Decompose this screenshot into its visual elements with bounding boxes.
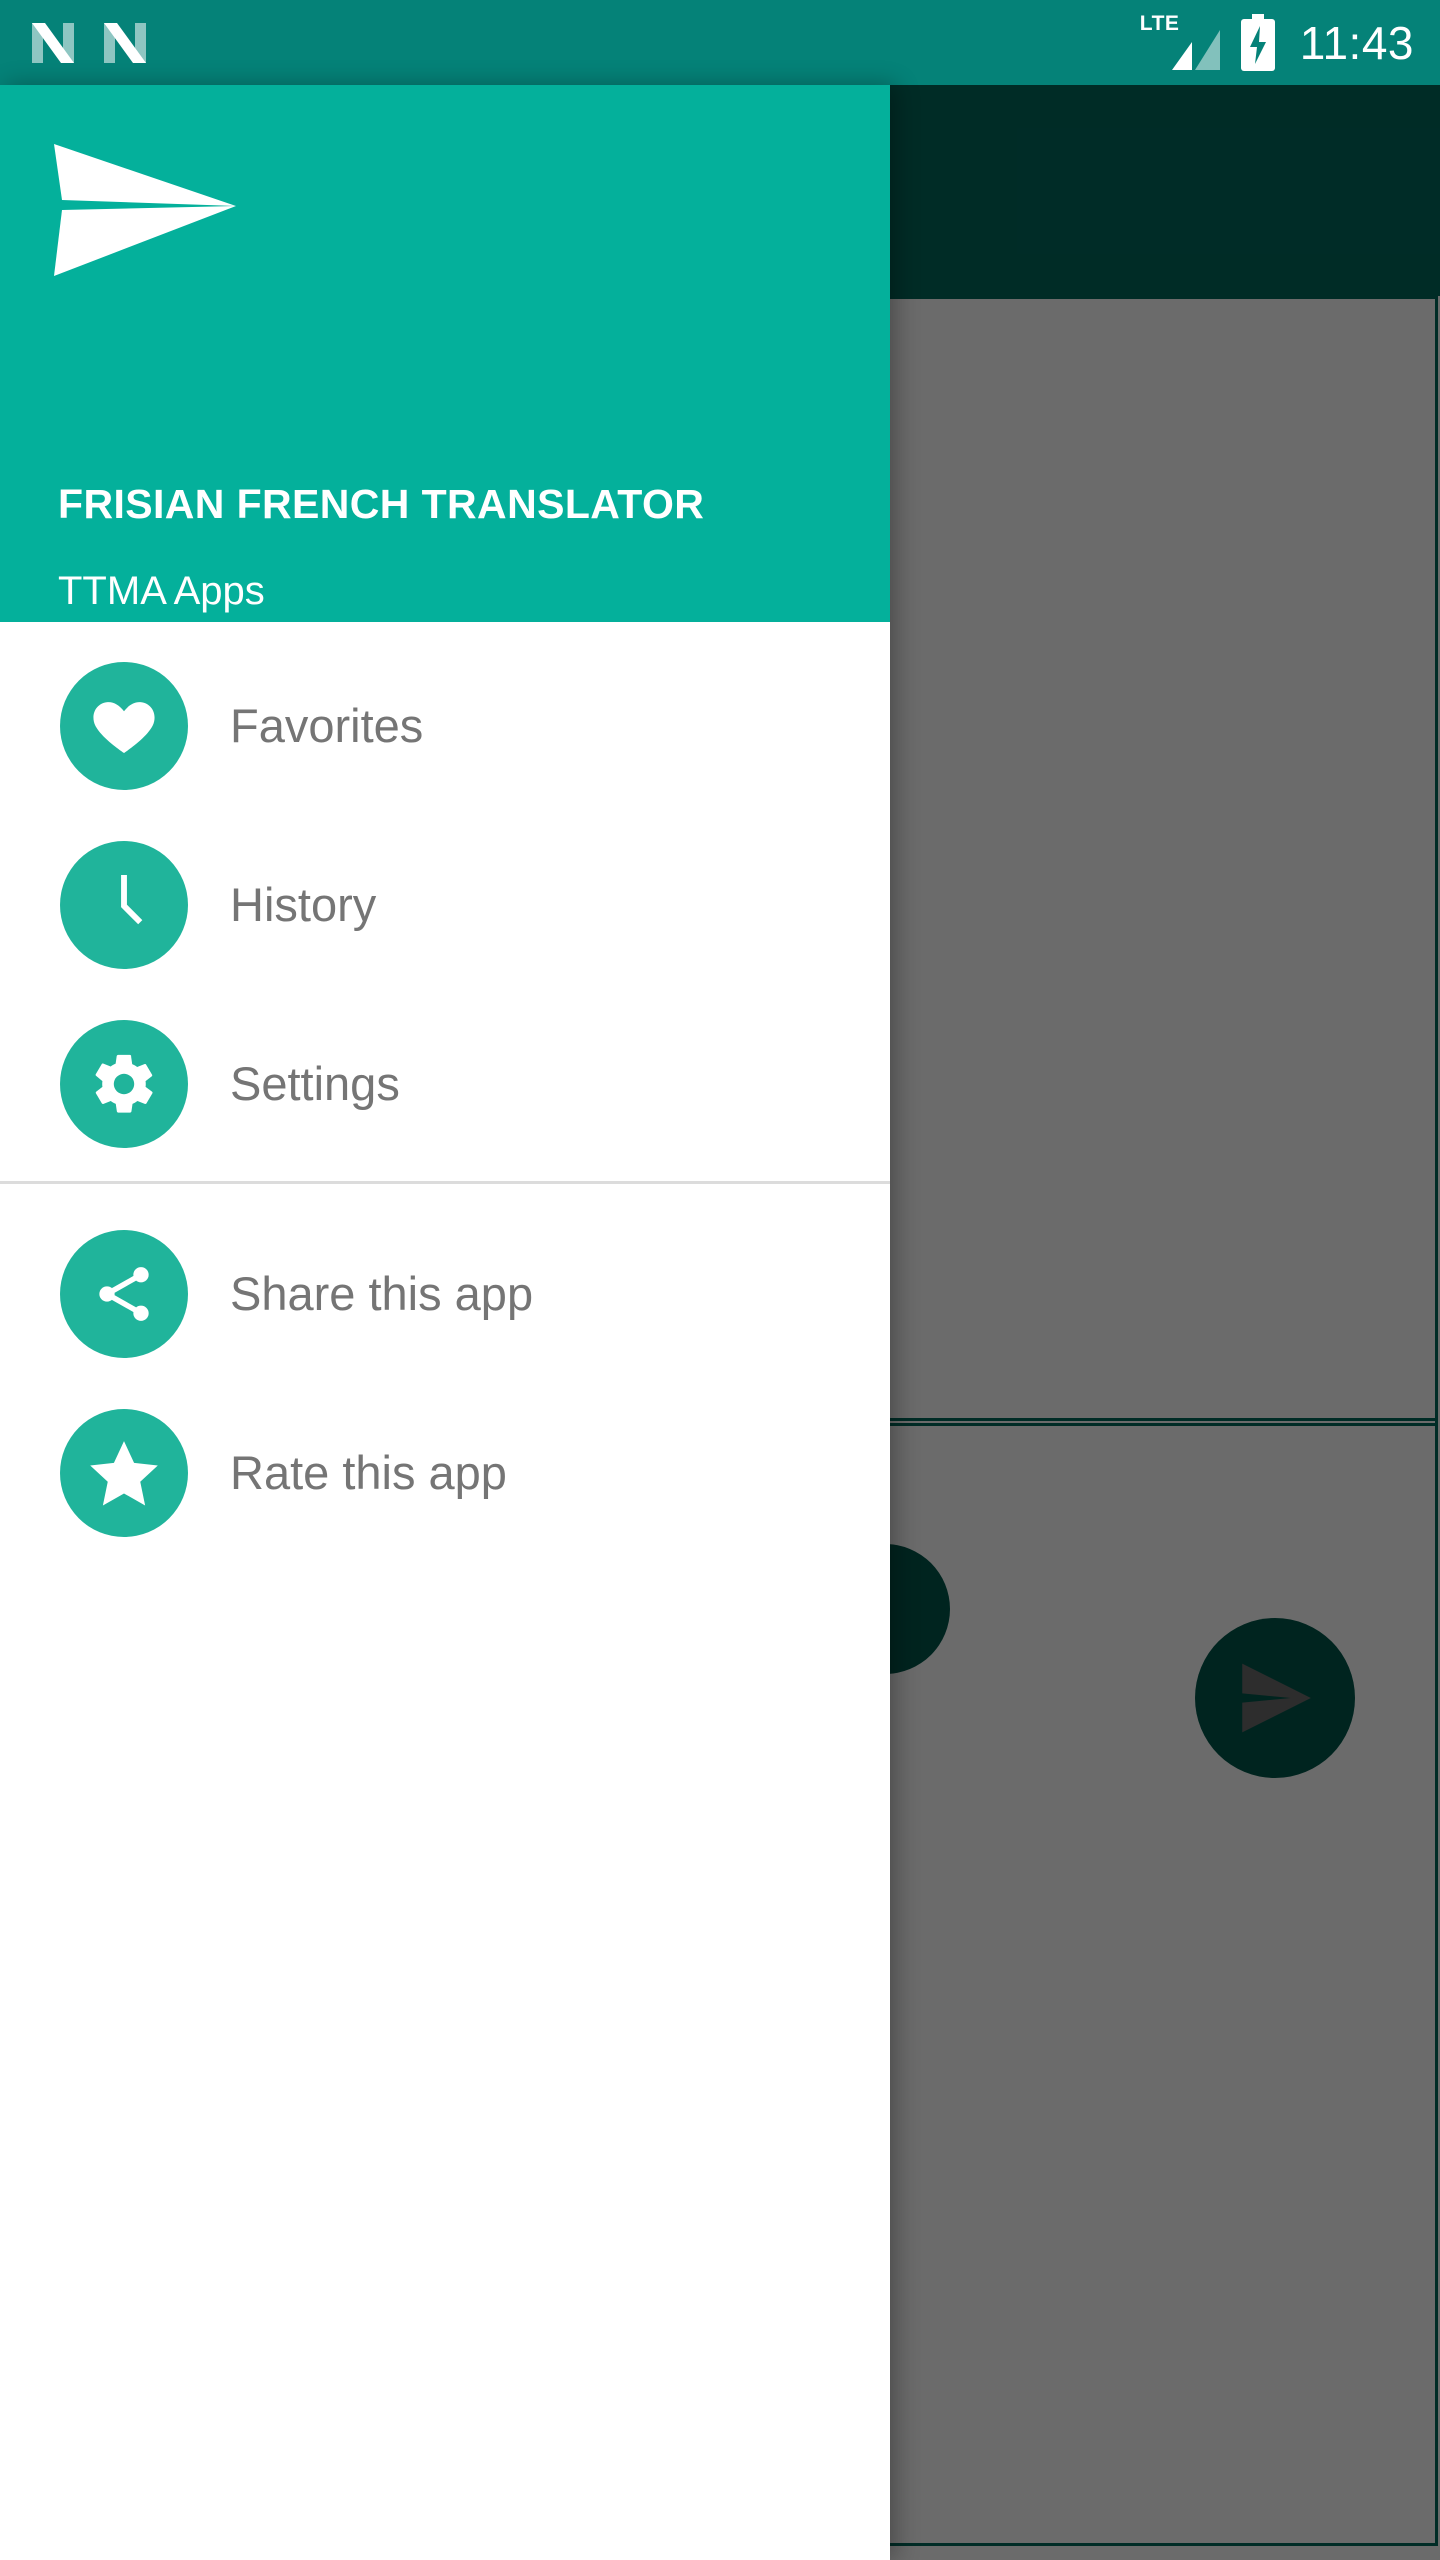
battery-charging-icon [1240, 13, 1275, 71]
status-bar: LTE 11:43 [0, 0, 1440, 85]
share-icon-circle [60, 1229, 188, 1358]
paper-plane-logo [50, 140, 240, 280]
drawer-app-title: FRISIAN FRENCH TRANSLATOR [58, 481, 705, 527]
signal-triangle-icon [1171, 29, 1220, 70]
status-bar-clock: 11:43 [1299, 16, 1414, 69]
drawer-app-subtitle: TTMA Apps [58, 569, 265, 613]
heart-icon [93, 701, 155, 753]
drawer-item-rate[interactable]: Rate this app [0, 1383, 890, 1562]
heart-icon-circle [60, 661, 188, 790]
android-n-icon [32, 22, 74, 63]
drawer-item-label: History [230, 878, 377, 931]
drawer-item-history[interactable]: History [0, 815, 890, 994]
navigation-drawer: FRISIAN FRENCH TRANSLATOR TTMA Apps Favo… [0, 85, 890, 2560]
star-icon [90, 1440, 158, 1505]
gear-icon-circle [60, 1019, 188, 1148]
clock-icon-circle [60, 840, 188, 969]
network-indicator: LTE [1140, 12, 1222, 72]
drawer-header: FRISIAN FRENCH TRANSLATOR TTMA Apps [0, 85, 890, 622]
android-n-icon [104, 22, 146, 63]
drawer-item-label: Settings [230, 1057, 400, 1110]
drawer-item-label: Share this app [230, 1267, 534, 1320]
paper-plane-logo-icon [54, 144, 236, 276]
status-bar-system-icons: LTE 11:43 [1140, 12, 1414, 72]
drawer-item-favorites[interactable]: Favorites [0, 636, 890, 815]
drawer-item-label: Rate this app [230, 1446, 507, 1499]
clock-icon [121, 874, 143, 924]
drawer-item-label: Favorites [230, 699, 424, 752]
drawer-secondary-menu: Share this app Rate this app [0, 1184, 890, 1562]
drawer-primary-menu: Favorites History Settings [0, 622, 890, 1173]
status-bar-notifications [30, 17, 148, 69]
drawer-item-share[interactable]: Share this app [0, 1204, 890, 1383]
star-icon-circle [60, 1408, 188, 1537]
drawer-item-settings[interactable]: Settings [0, 994, 890, 1173]
gear-icon [95, 1054, 153, 1113]
share-icon [99, 1266, 149, 1321]
